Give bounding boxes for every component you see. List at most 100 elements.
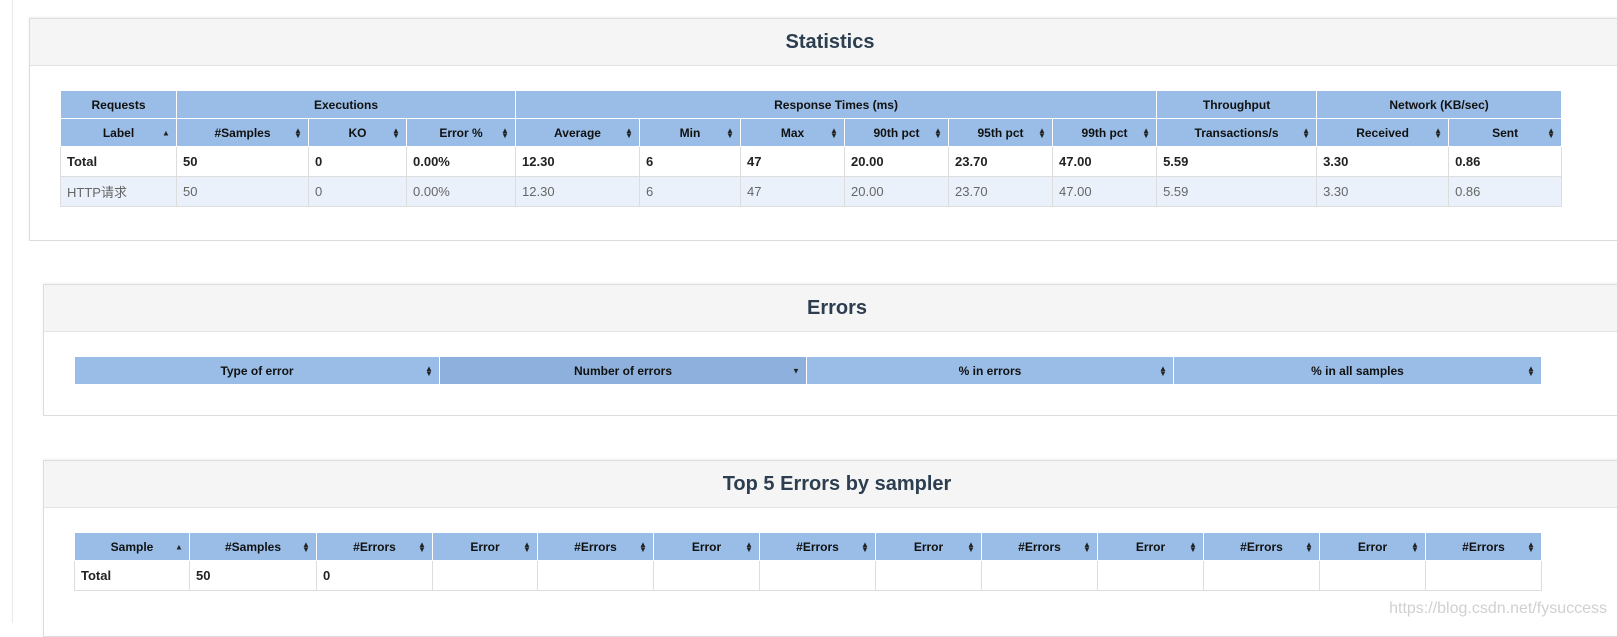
top5-header-row: Sample ▲ #Samples ▲ ▼ #Errors ▲ ▼ Error ▲ ▼ #Er… <box>74 532 1542 561</box>
total-cell: 0 <box>316 560 433 591</box>
col-header-transactions[interactable]: Transactions/s ▲ ▼ <box>1156 118 1318 147</box>
errors-header-row: Type of error ▲ ▼ Number of errors ▼ % in e… <box>74 356 1542 385</box>
sort-both-icon: ▲ ▼ <box>1527 539 1535 554</box>
col-header-max[interactable]: Max ▲ ▼ <box>740 118 846 147</box>
sort-both-icon: ▲ ▼ <box>1189 539 1197 554</box>
sort-both-icon: ▲ ▼ <box>425 363 433 378</box>
col-header-min[interactable]: Min ▲ ▼ <box>639 118 742 147</box>
col-header-number-of-errors[interactable]: Number of errors ▼ <box>439 356 807 385</box>
col-header-ko[interactable]: KO ▲ ▼ <box>308 118 407 147</box>
table-cell: 12.30 <box>515 176 641 207</box>
sort-both-icon: ▲ ▼ <box>1142 125 1151 140</box>
col-header-error[interactable]: Error ▲ ▼ <box>653 532 760 561</box>
sort-both-icon: ▲ ▼ <box>861 539 869 554</box>
col-header-errors-count[interactable]: #Errors ▲ ▼ <box>1425 532 1542 561</box>
total-cell <box>653 560 760 591</box>
total-cell <box>875 560 982 591</box>
sort-both-icon: ▲ ▼ <box>1305 539 1313 554</box>
total-cell: 50 <box>189 560 317 591</box>
col-header-pct-in-errors[interactable]: % in errors ▲ ▼ <box>806 356 1174 385</box>
sort-both-icon: ▲ ▼ <box>1038 125 1046 140</box>
sort-both-icon: ▲ ▼ <box>745 539 753 554</box>
col-header-error[interactable]: Error ▲ ▼ <box>432 532 538 561</box>
col-header-sent[interactable]: Sent ▲ ▼ <box>1448 118 1563 147</box>
sort-both-icon: ▲ ▼ <box>830 125 838 140</box>
sort-both-icon: ▲ ▼ <box>302 539 310 554</box>
statistics-total-row: Total 50 0 0.00% 12.30 6 47 20.00 23.70 … <box>60 146 1563 177</box>
total-cell: 20.00 <box>844 146 950 177</box>
col-header-errors-count[interactable]: #Errors ▲ ▼ <box>981 532 1098 561</box>
group-executions: Executions <box>175 90 517 119</box>
sort-both-icon: ▲ ▼ <box>1411 539 1419 554</box>
total-cell: 0 <box>308 146 407 177</box>
col-header-errors-count[interactable]: #Errors ▲ ▼ <box>537 532 654 561</box>
total-cell: 47 <box>740 146 846 177</box>
sort-both-icon: ▲ ▼ <box>1547 125 1556 140</box>
table-cell: 3.30 <box>1316 176 1450 207</box>
col-header-errors-count[interactable]: #Errors ▲ ▼ <box>759 532 876 561</box>
statistics-table: Requests Executions Response Times (ms) … <box>60 90 1563 207</box>
col-header-90th-pct[interactable]: 90th pct ▲ ▼ <box>844 118 950 147</box>
sort-both-icon: ▲ ▼ <box>1083 539 1091 554</box>
total-cell <box>537 560 654 591</box>
total-cell: Total <box>60 146 177 177</box>
sort-both-icon: ▲ ▼ <box>501 125 509 140</box>
sort-both-icon: ▲ ▼ <box>625 125 633 140</box>
top5-total-row: Total 50 0 <box>74 560 1542 591</box>
sort-both-icon: ▲ ▼ <box>639 539 647 554</box>
total-cell <box>1097 560 1204 591</box>
errors-panel: Errors Type of error ▲ ▼ Number of errors ▼… <box>43 284 1617 416</box>
statistics-column-header-row: Label ▲ #Samples ▲ ▼ KO ▲ ▼ Error % ▲ ▼ Average… <box>60 118 1563 147</box>
group-response-times: Response Times (ms) <box>515 90 1158 119</box>
col-header-errors-count[interactable]: #Errors ▲ ▼ <box>1203 532 1320 561</box>
table-cell: HTTP请求 <box>60 176 177 207</box>
table-cell: 47.00 <box>1052 176 1158 207</box>
total-cell: 50 <box>176 146 309 177</box>
sort-both-icon: ▲ ▼ <box>726 125 734 140</box>
sort-both-icon: ▲ ▼ <box>1527 363 1535 378</box>
sort-both-icon: ▲ ▼ <box>523 539 531 554</box>
col-header-received[interactable]: Received ▲ ▼ <box>1316 118 1450 147</box>
sort-both-icon: ▲ ▼ <box>1302 125 1311 140</box>
sort-desc-icon: ▼ <box>792 366 800 375</box>
group-network: Network (KB/sec) <box>1316 90 1563 119</box>
total-cell <box>1319 560 1426 591</box>
total-cell: 3.30 <box>1316 146 1450 177</box>
col-header-label[interactable]: Label ▲ <box>60 118 177 147</box>
col-header-type-of-error[interactable]: Type of error ▲ ▼ <box>74 356 440 385</box>
total-cell: 12.30 <box>515 146 641 177</box>
errors-title: Errors <box>44 285 1617 332</box>
col-header-samples[interactable]: #Samples ▲ ▼ <box>176 118 309 147</box>
table-cell: 6 <box>639 176 742 207</box>
group-requests: Requests <box>60 90 177 119</box>
top5-errors-table: Sample ▲ #Samples ▲ ▼ #Errors ▲ ▼ Error ▲ ▼ #Er… <box>74 532 1542 591</box>
total-cell: 0.86 <box>1448 146 1563 177</box>
total-cell: 0.00% <box>405 146 517 177</box>
total-cell <box>759 560 876 591</box>
sort-both-icon: ▲ ▼ <box>1434 125 1443 140</box>
sort-asc-icon: ▲ <box>162 128 170 137</box>
sort-both-icon: ▲ ▼ <box>934 125 942 140</box>
col-header-99th-pct[interactable]: 99th pct ▲ ▼ <box>1052 118 1158 147</box>
col-header-sample[interactable]: Sample ▲ <box>74 532 190 561</box>
statistics-group-header-row: Requests Executions Response Times (ms) … <box>60 90 1563 119</box>
total-cell <box>1425 560 1542 591</box>
sort-both-icon: ▲ ▼ <box>418 539 426 554</box>
total-cell: 23.70 <box>948 146 1054 177</box>
col-header-average[interactable]: Average ▲ ▼ <box>515 118 641 147</box>
col-header-samples[interactable]: #Samples ▲ ▼ <box>189 532 317 561</box>
col-header-error[interactable]: Error ▲ ▼ <box>1097 532 1204 561</box>
total-cell: 47.00 <box>1052 146 1158 177</box>
page-left-border <box>12 0 13 623</box>
sort-both-icon: ▲ ▼ <box>1159 363 1167 378</box>
col-header-error[interactable]: Error ▲ ▼ <box>1319 532 1426 561</box>
sort-both-icon: ▲ ▼ <box>294 125 302 140</box>
col-header-95th-pct[interactable]: 95th pct ▲ ▼ <box>948 118 1054 147</box>
sort-both-icon: ▲ ▼ <box>967 539 975 554</box>
table-cell: 0 <box>308 176 407 207</box>
total-cell <box>1203 560 1320 591</box>
col-header-error-pct[interactable]: Error % ▲ ▼ <box>405 118 517 147</box>
col-header-error[interactable]: Error ▲ ▼ <box>875 532 982 561</box>
col-header-errors-count[interactable]: #Errors ▲ ▼ <box>316 532 433 561</box>
col-header-pct-in-all-samples[interactable]: % in all samples ▲ ▼ <box>1173 356 1542 385</box>
